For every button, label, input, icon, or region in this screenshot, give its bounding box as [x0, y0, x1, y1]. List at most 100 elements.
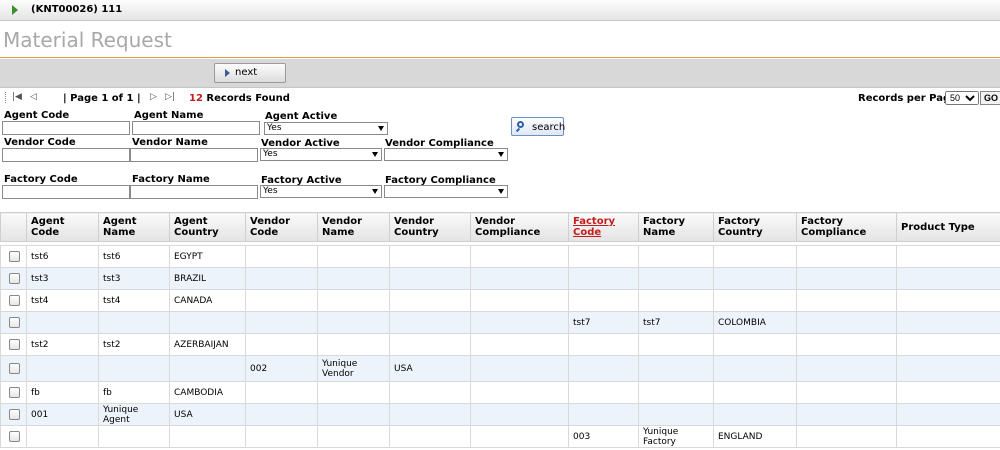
- column-header[interactable]: Vendor Code: [245, 212, 318, 242]
- table-cell: [317, 381, 390, 404]
- table-cell: [26, 425, 99, 448]
- row-checkbox[interactable]: [9, 273, 20, 284]
- row-checkbox[interactable]: [9, 409, 20, 420]
- table-cell: tst3: [26, 267, 99, 290]
- table-cell: [245, 381, 318, 404]
- table-row[interactable]: tst3 tst3 BRAZIL: [0, 267, 1000, 290]
- table-cell: [389, 267, 471, 290]
- table-cell: 001: [26, 403, 99, 426]
- column-header[interactable]: Agent Name: [98, 212, 170, 242]
- first-page-icon[interactable]: |◀: [12, 92, 22, 102]
- table-cell: [470, 381, 569, 404]
- table-row[interactable]: fb fb CAMBODIA: [0, 381, 1000, 404]
- dropdown-arrow-icon: [498, 152, 504, 157]
- table-cell: [796, 355, 897, 382]
- go-button[interactable]: GO: [980, 91, 1000, 105]
- row-checkbox[interactable]: [9, 431, 20, 442]
- table-cell: [796, 245, 897, 268]
- table-row[interactable]: tst7 tst7 COLOMBIA: [0, 311, 1000, 334]
- table-cell: tst6: [26, 245, 99, 268]
- factory-code-label: Factory Code: [4, 174, 78, 185]
- column-header[interactable]: Agent Country: [169, 212, 246, 242]
- column-header[interactable]: Vendor Name: [317, 212, 390, 242]
- per-page-select[interactable]: 50: [945, 91, 979, 105]
- column-header[interactable]: Factory Country: [713, 212, 797, 242]
- row-checkbox[interactable]: [9, 339, 20, 350]
- table-cell: [169, 425, 246, 448]
- factory-code-input[interactable]: [2, 185, 130, 199]
- vendor-code-input[interactable]: [2, 148, 130, 162]
- table-cell: [638, 245, 714, 268]
- table-row[interactable]: tst4 tst4 CANADA: [0, 289, 1000, 312]
- column-header[interactable]: Factory Code: [568, 212, 639, 242]
- table-cell: [389, 381, 471, 404]
- column-header[interactable]: Vendor Country: [389, 212, 471, 242]
- agent-name-input[interactable]: [132, 121, 260, 135]
- column-header[interactable]: Product Type: [896, 212, 1000, 242]
- vendor-compliance-select[interactable]: [384, 148, 508, 161]
- prev-page-icon[interactable]: ◁: [30, 92, 37, 102]
- page-indicator: | Page 1 of 1 |: [63, 93, 141, 104]
- factory-compliance-select[interactable]: [384, 185, 508, 198]
- table-cell: fb: [98, 381, 170, 404]
- vendor-active-value: Yes: [263, 149, 278, 159]
- table-cell: [638, 403, 714, 426]
- column-header[interactable]: Factory Name: [638, 212, 714, 242]
- table-cell: [896, 245, 1000, 268]
- play-icon[interactable]: [12, 5, 18, 15]
- next-button[interactable]: next: [214, 63, 286, 83]
- table-cell: [638, 289, 714, 312]
- agent-active-select[interactable]: Yes: [264, 122, 388, 135]
- table-cell: [98, 311, 170, 334]
- next-page-icon[interactable]: ▷: [150, 92, 157, 102]
- dropdown-arrow-icon: [498, 189, 504, 194]
- table-cell: [389, 403, 471, 426]
- table-cell: [796, 311, 897, 334]
- table-cell: [638, 355, 714, 382]
- table-cell: CANADA: [169, 289, 246, 312]
- vendor-active-select[interactable]: Yes: [260, 148, 382, 161]
- row-checkbox[interactable]: [9, 387, 20, 398]
- table-cell: [896, 425, 1000, 448]
- row-select-cell: [0, 311, 27, 334]
- table-cell: tst2: [26, 333, 99, 356]
- table-cell: [245, 245, 318, 268]
- factory-name-input[interactable]: [130, 185, 258, 199]
- row-checkbox[interactable]: [9, 363, 20, 374]
- table-body: tst6 tst6 EGYPT tst3 tst3 BRAZIL tst4 tst4 CANAD…: [0, 241, 1000, 448]
- search-icon: [517, 121, 524, 128]
- table-cell: [470, 311, 569, 334]
- table-row[interactable]: tst6 tst6 EGYPT: [0, 245, 1000, 268]
- table-cell: tst6: [98, 245, 170, 268]
- table-cell: [317, 425, 390, 448]
- table-cell: [568, 245, 639, 268]
- table-cell: [896, 333, 1000, 356]
- table-cell: [638, 333, 714, 356]
- table-row[interactable]: 001 Yunique Agent USA: [0, 403, 1000, 426]
- last-page-icon[interactable]: ▷|: [165, 92, 175, 102]
- records-count: 12: [189, 93, 203, 104]
- search-button[interactable]: search: [511, 117, 565, 136]
- table-cell: tst4: [26, 289, 99, 312]
- row-checkbox[interactable]: [9, 295, 20, 306]
- row-checkbox[interactable]: [9, 317, 20, 328]
- agent-code-input[interactable]: [2, 121, 130, 135]
- column-header[interactable]: Factory Compliance: [796, 212, 897, 242]
- table-row[interactable]: 003 Yunique Factory ENGLAND: [0, 425, 1000, 448]
- table-cell: [568, 267, 639, 290]
- table-cell: [317, 289, 390, 312]
- table-cell: [317, 333, 390, 356]
- column-header[interactable]: Agent Code: [26, 212, 99, 242]
- table-cell: [896, 355, 1000, 382]
- table-cell: [245, 425, 318, 448]
- table-row[interactable]: tst2 tst2 AZERBAIJAN: [0, 333, 1000, 356]
- vendor-name-input[interactable]: [130, 148, 258, 162]
- row-checkbox[interactable]: [9, 251, 20, 262]
- table-cell: [896, 403, 1000, 426]
- table-cell: [317, 267, 390, 290]
- table-cell: 002: [245, 355, 318, 382]
- factory-active-select[interactable]: Yes: [260, 185, 382, 198]
- column-header[interactable]: Vendor Compliance: [470, 212, 569, 242]
- row-select-cell: [0, 245, 27, 268]
- table-row[interactable]: 002 Yunique Vendor USA: [0, 355, 1000, 382]
